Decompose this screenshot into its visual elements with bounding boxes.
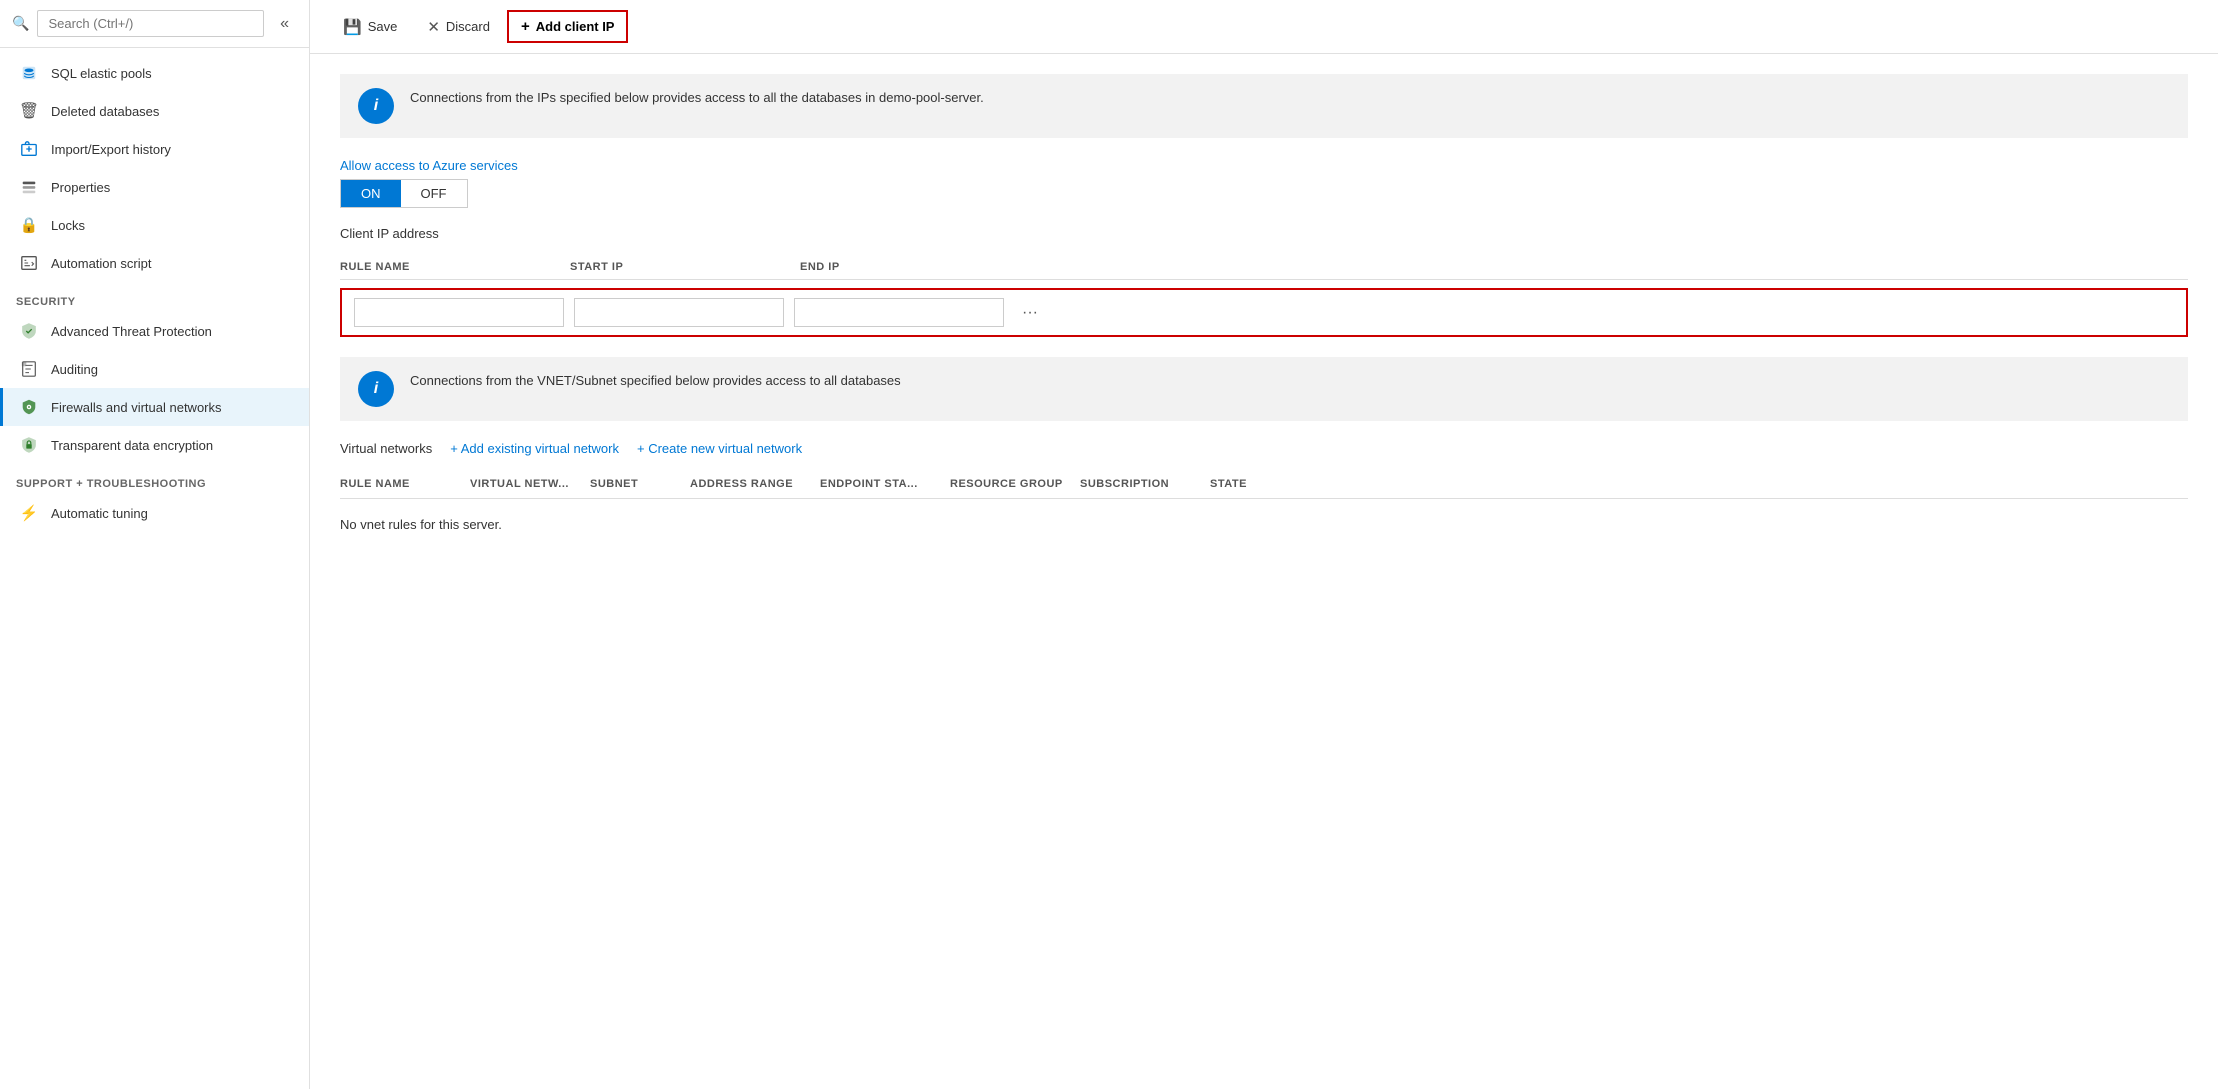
toggle-group: ON OFF — [340, 179, 468, 208]
save-button[interactable]: 💾 Save — [330, 11, 410, 43]
discard-label: Discard — [446, 19, 490, 34]
sidebar-item-firewalls-label: Firewalls and virtual networks — [51, 400, 222, 415]
automatic-tuning-icon: ⚡ — [19, 503, 39, 523]
auditing-icon — [19, 359, 39, 379]
end-ip-input[interactable] — [794, 298, 1004, 327]
info-icon-1: i — [358, 88, 394, 124]
sidebar-item-automation-script-label: Automation script — [51, 256, 151, 271]
start-ip-input[interactable] — [574, 298, 784, 327]
sidebar-item-deleted-databases[interactable]: 🗑 Deleted databases — [0, 92, 309, 130]
add-client-ip-button[interactable]: + Add client IP — [507, 10, 629, 43]
transparent-encryption-icon — [19, 435, 39, 455]
info-icon-2: i — [358, 371, 394, 407]
sidebar-item-transparent-label: Transparent data encryption — [51, 438, 213, 453]
search-input[interactable] — [37, 10, 264, 37]
sidebar-item-automatic-tuning-label: Automatic tuning — [51, 506, 148, 521]
vnet-table-header: RULE NAME VIRTUAL NETW... SUBNET ADDRESS… — [340, 470, 2188, 499]
sidebar-item-locks-label: Locks — [51, 218, 85, 233]
vnet-rule-name-header: RULE NAME — [340, 478, 470, 490]
main-content: 💾 Save ✕ Discard + Add client IP i Conne… — [310, 0, 2218, 1089]
vnet-address-range-header: ADDRESS RANGE — [690, 478, 820, 490]
vnet-state-header: STATE — [1210, 478, 1310, 490]
rule-name-column-header: RULE NAME — [340, 261, 560, 273]
firewall-table-header: RULE NAME START IP END IP — [340, 255, 2188, 280]
sidebar-search-bar[interactable]: 🔍 « — [0, 0, 309, 48]
support-section-label: SUPPORT + TROUBLESHOOTING — [0, 464, 309, 494]
firewall-rule-row: ··· — [340, 288, 2188, 337]
no-vnet-message: No vnet rules for this server. — [340, 507, 2188, 542]
azure-services-toggle-section: Allow access to Azure services ON OFF — [340, 158, 2188, 208]
sidebar-item-auditing-label: Auditing — [51, 362, 98, 377]
discard-icon: ✕ — [427, 18, 440, 36]
collapse-sidebar-button[interactable]: « — [272, 11, 297, 37]
sql-elastic-pools-icon — [19, 63, 39, 83]
vnet-subscription-header: SUBSCRIPTION — [1080, 478, 1210, 490]
sidebar-item-firewalls-virtual-networks[interactable]: Firewalls and virtual networks — [0, 388, 309, 426]
vnet-endpoint-status-header: ENDPOINT STA... — [820, 478, 950, 490]
sidebar-item-automatic-tuning[interactable]: ⚡ Automatic tuning — [0, 494, 309, 532]
deleted-databases-icon: 🗑 — [19, 101, 39, 121]
vnet-subnet-header: SUBNET — [590, 478, 690, 490]
sidebar-item-properties-label: Properties — [51, 180, 110, 195]
info-banner-1: i Connections from the IPs specified bel… — [340, 74, 2188, 138]
info-text-1: Connections from the IPs specified below… — [410, 88, 984, 108]
security-section-label: SECURITY — [0, 282, 309, 312]
sidebar-item-sql-elastic-pools-label: SQL elastic pools — [51, 66, 152, 81]
search-icon: 🔍 — [12, 15, 29, 32]
vnet-section: Virtual networks + Add existing virtual … — [340, 441, 2188, 542]
sidebar-items-list: SQL elastic pools 🗑 Deleted databases Im… — [0, 48, 309, 1089]
sidebar-item-import-export-history[interactable]: Import/Export history — [0, 130, 309, 168]
sidebar: 🔍 « SQL elastic pools 🗑 Deleted database… — [0, 0, 310, 1089]
properties-icon — [19, 177, 39, 197]
sidebar-item-automation-script[interactable]: Automation script — [0, 244, 309, 282]
end-ip-column-header: END IP — [800, 261, 1060, 273]
content-area: i Connections from the IPs specified bel… — [310, 54, 2218, 1089]
toolbar: 💾 Save ✕ Discard + Add client IP — [310, 0, 2218, 54]
create-new-virtual-network-link[interactable]: + Create new virtual network — [637, 441, 802, 456]
sidebar-item-transparent-data-encryption[interactable]: Transparent data encryption — [0, 426, 309, 464]
info-text-2: Connections from the VNET/Subnet specifi… — [410, 371, 901, 391]
automation-script-icon — [19, 253, 39, 273]
info-banner-2: i Connections from the VNET/Subnet speci… — [340, 357, 2188, 421]
vnet-header: Virtual networks + Add existing virtual … — [340, 441, 2188, 456]
sidebar-item-properties[interactable]: Properties — [0, 168, 309, 206]
locks-icon: 🔒 — [19, 215, 39, 235]
azure-services-label: Allow access to Azure services — [340, 158, 2188, 173]
toggle-on-button[interactable]: ON — [341, 180, 401, 207]
start-ip-column-header: START IP — [570, 261, 790, 273]
import-export-icon — [19, 139, 39, 159]
sidebar-item-advanced-threat-label: Advanced Threat Protection — [51, 324, 212, 339]
firewalls-icon — [19, 397, 39, 417]
client-ip-section-label: Client IP address — [340, 226, 2188, 241]
add-client-ip-icon: + — [521, 18, 530, 35]
discard-button[interactable]: ✕ Discard — [414, 11, 503, 43]
sidebar-item-locks[interactable]: 🔒 Locks — [0, 206, 309, 244]
sidebar-item-auditing[interactable]: Auditing — [0, 350, 309, 388]
rule-name-input[interactable] — [354, 298, 564, 327]
vnet-resource-group-header: RESOURCE GROUP — [950, 478, 1080, 490]
sidebar-item-advanced-threat-protection[interactable]: Advanced Threat Protection — [0, 312, 309, 350]
row-options-button[interactable]: ··· — [1014, 300, 1046, 326]
save-icon: 💾 — [343, 18, 362, 36]
add-existing-virtual-network-link[interactable]: + Add existing virtual network — [450, 441, 619, 456]
advanced-threat-protection-icon — [19, 321, 39, 341]
virtual-networks-label: Virtual networks — [340, 441, 432, 456]
toggle-off-button[interactable]: OFF — [401, 180, 467, 207]
sidebar-item-import-export-label: Import/Export history — [51, 142, 171, 157]
vnet-virtual-network-header: VIRTUAL NETW... — [470, 478, 590, 490]
sidebar-item-deleted-databases-label: Deleted databases — [51, 104, 159, 119]
sidebar-item-sql-elastic-pools[interactable]: SQL elastic pools — [0, 54, 309, 92]
save-label: Save — [368, 19, 398, 34]
add-client-ip-label: Add client IP — [536, 19, 615, 34]
